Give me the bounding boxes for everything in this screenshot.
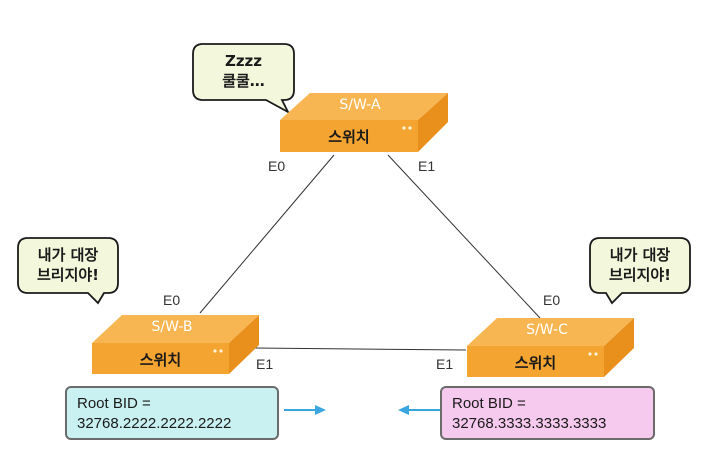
switch-b-label: 스위치 bbox=[139, 351, 182, 369]
port-c-e1: E1 bbox=[436, 356, 454, 372]
root-bid-b-value: 32768.2222.2222.2222 bbox=[77, 415, 232, 432]
link-a-b bbox=[199, 154, 335, 314]
root-bid-b-label: Root BID = bbox=[77, 395, 151, 412]
link-a-c bbox=[387, 154, 541, 319]
root-bid-c-label: Root BID = bbox=[452, 395, 526, 412]
link-b-c bbox=[249, 347, 467, 351]
arrow-left-icon bbox=[398, 405, 440, 415]
bubble-b-line1: 내가 대장 bbox=[37, 246, 99, 264]
arrow-right-icon bbox=[284, 405, 326, 415]
port-b-e0: E0 bbox=[163, 292, 181, 308]
switch-a-name: S/W-A bbox=[339, 97, 381, 113]
bubble-b-text: 내가 대장 브리지야! bbox=[18, 245, 118, 285]
switch-c-label: 스위치 bbox=[514, 354, 557, 372]
root-bid-c-value: 32768.3333.3333.3333 bbox=[452, 415, 607, 432]
bubble-a-text: Zzzz 쿨쿨… bbox=[193, 51, 294, 91]
root-bid-box-b: Root BID = 32768.2222.2222.2222 bbox=[65, 386, 279, 440]
bubble-a-line2: 쿨쿨… bbox=[222, 72, 265, 90]
bubble-a-line1: Zzzz bbox=[224, 52, 263, 70]
switch-a-label: 스위치 bbox=[328, 128, 370, 146]
port-b-e1: E1 bbox=[256, 356, 274, 372]
port-a-e1: E1 bbox=[418, 158, 436, 174]
bubble-c-line2: 브리지야! bbox=[608, 266, 672, 284]
bubble-c-line1: 내가 대장 bbox=[609, 246, 671, 264]
root-bid-box-c: Root BID = 32768.3333.3333.3333 bbox=[440, 386, 655, 440]
port-c-e0: E0 bbox=[543, 292, 561, 308]
bubble-c-text: 내가 대장 브리지야! bbox=[590, 245, 690, 285]
switch-c-name: S/W-C bbox=[526, 322, 568, 338]
bubble-b-line2: 브리지야! bbox=[36, 266, 100, 284]
switch-b-name: S/W-B bbox=[151, 319, 193, 335]
port-a-e0: E0 bbox=[268, 158, 286, 174]
